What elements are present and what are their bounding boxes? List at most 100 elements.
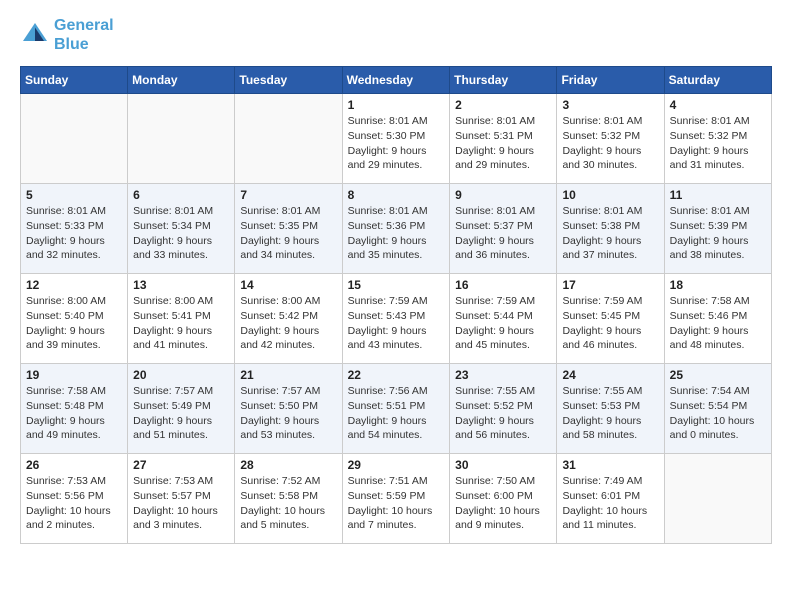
cell-content: Sunrise: 8:01 AM Sunset: 5:31 PM Dayligh… <box>455 114 551 173</box>
calendar-cell: 26 Sunrise: 7:53 AM Sunset: 5:56 PM Dayli… <box>21 454 128 544</box>
day-number: 7 <box>240 188 336 202</box>
cell-content: Sunrise: 8:01 AM Sunset: 5:32 PM Dayligh… <box>670 114 766 173</box>
logo-text: General Blue <box>54 16 114 54</box>
day-number: 30 <box>455 458 551 472</box>
calendar-cell: 6 Sunrise: 8:01 AM Sunset: 5:34 PM Daylig… <box>128 184 235 274</box>
calendar-cell: 20 Sunrise: 7:57 AM Sunset: 5:49 PM Dayli… <box>128 364 235 454</box>
cell-content: Sunrise: 7:56 AM Sunset: 5:51 PM Dayligh… <box>348 384 445 443</box>
day-number: 18 <box>670 278 766 292</box>
cell-content: Sunrise: 8:01 AM Sunset: 5:37 PM Dayligh… <box>455 204 551 263</box>
calendar-cell: 7 Sunrise: 8:01 AM Sunset: 5:35 PM Daylig… <box>235 184 342 274</box>
cell-content: Sunrise: 7:51 AM Sunset: 5:59 PM Dayligh… <box>348 474 445 533</box>
day-number: 22 <box>348 368 445 382</box>
cell-content: Sunrise: 8:00 AM Sunset: 5:41 PM Dayligh… <box>133 294 229 353</box>
day-number: 21 <box>240 368 336 382</box>
day-number: 15 <box>348 278 445 292</box>
day-number: 9 <box>455 188 551 202</box>
day-number: 16 <box>455 278 551 292</box>
calendar-cell: 22 Sunrise: 7:56 AM Sunset: 5:51 PM Dayli… <box>342 364 450 454</box>
day-number: 14 <box>240 278 336 292</box>
calendar-cell: 18 Sunrise: 7:58 AM Sunset: 5:46 PM Dayli… <box>664 274 771 364</box>
calendar-cell: 19 Sunrise: 7:58 AM Sunset: 5:48 PM Dayli… <box>21 364 128 454</box>
weekday-header-thursday: Thursday <box>450 67 557 94</box>
day-number: 4 <box>670 98 766 112</box>
weekday-header-sunday: Sunday <box>21 67 128 94</box>
day-number: 2 <box>455 98 551 112</box>
weekday-header-monday: Monday <box>128 67 235 94</box>
cell-content: Sunrise: 8:01 AM Sunset: 5:34 PM Dayligh… <box>133 204 229 263</box>
cell-content: Sunrise: 7:50 AM Sunset: 6:00 PM Dayligh… <box>455 474 551 533</box>
cell-content: Sunrise: 7:49 AM Sunset: 6:01 PM Dayligh… <box>562 474 658 533</box>
day-number: 28 <box>240 458 336 472</box>
cell-content: Sunrise: 8:01 AM Sunset: 5:39 PM Dayligh… <box>670 204 766 263</box>
calendar-cell: 13 Sunrise: 8:00 AM Sunset: 5:41 PM Dayli… <box>128 274 235 364</box>
calendar-cell: 27Sunrise: 7:53 AM Sunset: 5:57 PM Dayli… <box>128 454 235 544</box>
cell-content: Sunrise: 8:01 AM Sunset: 5:33 PM Dayligh… <box>26 204 122 263</box>
day-number: 8 <box>348 188 445 202</box>
calendar-cell: 10Sunrise: 8:01 AM Sunset: 5:38 PM Dayli… <box>557 184 664 274</box>
cell-content: Sunrise: 7:59 AM Sunset: 5:45 PM Dayligh… <box>562 294 658 353</box>
day-number: 17 <box>562 278 658 292</box>
day-number: 13 <box>133 278 229 292</box>
day-number: 27 <box>133 458 229 472</box>
day-number: 19 <box>26 368 122 382</box>
calendar-cell: 11 Sunrise: 8:01 AM Sunset: 5:39 PM Dayli… <box>664 184 771 274</box>
cell-content: Sunrise: 8:00 AM Sunset: 5:40 PM Dayligh… <box>26 294 122 353</box>
cell-content: Sunrise: 7:57 AM Sunset: 5:49 PM Dayligh… <box>133 384 229 443</box>
day-number: 26 <box>26 458 122 472</box>
calendar-cell: 12 Sunrise: 8:00 AM Sunset: 5:40 PM Dayli… <box>21 274 128 364</box>
cell-content: Sunrise: 7:55 AM Sunset: 5:52 PM Dayligh… <box>455 384 551 443</box>
day-number: 29 <box>348 458 445 472</box>
calendar-cell: 21 Sunrise: 7:57 AM Sunset: 5:50 PM Dayli… <box>235 364 342 454</box>
cell-content: Sunrise: 7:55 AM Sunset: 5:53 PM Dayligh… <box>562 384 658 443</box>
day-number: 31 <box>562 458 658 472</box>
weekday-header-saturday: Saturday <box>664 67 771 94</box>
cell-content: Sunrise: 7:52 AM Sunset: 5:58 PM Dayligh… <box>240 474 336 533</box>
calendar-cell: 31 Sunrise: 7:49 AM Sunset: 6:01 PM Dayli… <box>557 454 664 544</box>
cell-content: Sunrise: 8:01 AM Sunset: 5:30 PM Dayligh… <box>348 114 445 173</box>
day-number: 6 <box>133 188 229 202</box>
logo-icon <box>20 20 50 50</box>
calendar-cell <box>21 94 128 184</box>
day-number: 3 <box>562 98 658 112</box>
day-number: 5 <box>26 188 122 202</box>
weekday-header-friday: Friday <box>557 67 664 94</box>
calendar-cell: 16Sunrise: 7:59 AM Sunset: 5:44 PM Dayli… <box>450 274 557 364</box>
calendar-cell: 28 Sunrise: 7:52 AM Sunset: 5:58 PM Dayli… <box>235 454 342 544</box>
calendar-cell: 8Sunrise: 8:01 AM Sunset: 5:36 PM Daylig… <box>342 184 450 274</box>
cell-content: Sunrise: 8:00 AM Sunset: 5:42 PM Dayligh… <box>240 294 336 353</box>
calendar-cell: 17 Sunrise: 7:59 AM Sunset: 5:45 PM Dayli… <box>557 274 664 364</box>
day-number: 24 <box>562 368 658 382</box>
cell-content: Sunrise: 7:59 AM Sunset: 5:43 PM Dayligh… <box>348 294 445 353</box>
cell-content: Sunrise: 7:58 AM Sunset: 5:46 PM Dayligh… <box>670 294 766 353</box>
cell-content: Sunrise: 7:53 AM Sunset: 5:56 PM Dayligh… <box>26 474 122 533</box>
cell-content: Sunrise: 8:01 AM Sunset: 5:32 PM Dayligh… <box>562 114 658 173</box>
calendar-cell <box>128 94 235 184</box>
calendar-cell: 23Sunrise: 7:55 AM Sunset: 5:52 PM Dayli… <box>450 364 557 454</box>
cell-content: Sunrise: 7:58 AM Sunset: 5:48 PM Dayligh… <box>26 384 122 443</box>
calendar-cell: 2 Sunrise: 8:01 AM Sunset: 5:31 PM Daylig… <box>450 94 557 184</box>
weekday-header-wednesday: Wednesday <box>342 67 450 94</box>
calendar-cell: 24 Sunrise: 7:55 AM Sunset: 5:53 PM Dayli… <box>557 364 664 454</box>
day-number: 12 <box>26 278 122 292</box>
page-header: General Blue <box>20 16 772 54</box>
calendar-cell: 14 Sunrise: 8:00 AM Sunset: 5:42 PM Dayli… <box>235 274 342 364</box>
calendar-cell <box>664 454 771 544</box>
calendar-cell: 1Sunrise: 8:01 AM Sunset: 5:30 PM Daylig… <box>342 94 450 184</box>
cell-content: Sunrise: 7:54 AM Sunset: 5:54 PM Dayligh… <box>670 384 766 443</box>
calendar-cell: 9 Sunrise: 8:01 AM Sunset: 5:37 PM Daylig… <box>450 184 557 274</box>
cell-content: Sunrise: 7:57 AM Sunset: 5:50 PM Dayligh… <box>240 384 336 443</box>
cell-content: Sunrise: 8:01 AM Sunset: 5:38 PM Dayligh… <box>562 204 658 263</box>
calendar-cell: 5 Sunrise: 8:01 AM Sunset: 5:33 PM Daylig… <box>21 184 128 274</box>
calendar-cell: 15 Sunrise: 7:59 AM Sunset: 5:43 PM Dayli… <box>342 274 450 364</box>
cell-content: Sunrise: 8:01 AM Sunset: 5:35 PM Dayligh… <box>240 204 336 263</box>
day-number: 25 <box>670 368 766 382</box>
calendar-table: SundayMondayTuesdayWednesdayThursdayFrid… <box>20 66 772 544</box>
day-number: 11 <box>670 188 766 202</box>
calendar-header: SundayMondayTuesdayWednesdayThursdayFrid… <box>21 67 772 94</box>
day-number: 20 <box>133 368 229 382</box>
calendar-cell: 4 Sunrise: 8:01 AM Sunset: 5:32 PM Daylig… <box>664 94 771 184</box>
calendar-cell: 30 Sunrise: 7:50 AM Sunset: 6:00 PM Dayli… <box>450 454 557 544</box>
calendar-cell: 3 Sunrise: 8:01 AM Sunset: 5:32 PM Daylig… <box>557 94 664 184</box>
weekday-header-tuesday: Tuesday <box>235 67 342 94</box>
